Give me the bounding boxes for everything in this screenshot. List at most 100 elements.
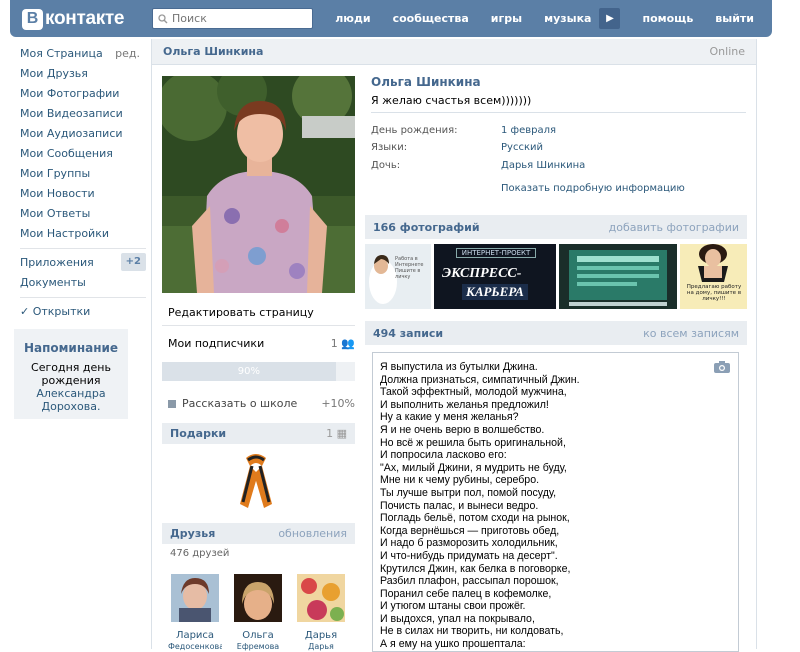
reminder-text: Сегодня день рождения Александра Дорохов… (14, 361, 128, 413)
post-line: Я и не очень верю в волшебство. (380, 423, 545, 436)
sidebar-item-my-page[interactable]: Моя Страница ред. (20, 46, 146, 66)
info-value-link[interactable]: Русский (501, 142, 543, 153)
nav-communities[interactable]: сообщества (393, 12, 469, 25)
gift-ribbon[interactable] (232, 452, 280, 513)
friends-title: Друзья (170, 527, 216, 540)
topbar-name: Ольга Шинкина (163, 45, 264, 58)
all-posts-link[interactable]: ко всем записям (643, 327, 739, 340)
friends-header[interactable]: Друзья обновления (162, 523, 355, 544)
friends-count: 476 друзей (170, 548, 230, 559)
online-status: Online (709, 45, 745, 58)
info-value-link[interactable]: 1 февраля (501, 125, 556, 136)
logo-badge: В (22, 8, 43, 30)
thumb-caption: ЭКСПРЕСС- (442, 266, 522, 281)
info-value-link[interactable]: Дарья Шинкина (501, 160, 585, 171)
photos-header[interactable]: 166 фотографий добавить фотографии (365, 215, 747, 239)
gift-icon: ▦ (336, 427, 347, 440)
sidebar-item-settings[interactable]: Мои Настройки (20, 226, 146, 246)
top-nav: люди сообщества игры музыка ▶ помощь вый… (313, 0, 754, 37)
photo-thumb[interactable]: ИНТЕРНЕТ-ПРОЕКТ ЭКСПРЕСС- КАРЬЕРА (434, 244, 556, 309)
profile-avatar[interactable] (162, 76, 355, 293)
camera-icon[interactable] (714, 361, 730, 377)
sidebar-item-news[interactable]: Мои Новости (20, 186, 146, 206)
tell-about-school-link[interactable]: Рассказать о школе +10% (168, 397, 355, 410)
top-header: В контакте люди сообщества игры музыка ▶… (10, 0, 772, 37)
friend-last-name: Ефремова (236, 642, 280, 651)
friend-first-name: Дарья (304, 630, 338, 641)
school-label: Рассказать о школе (182, 397, 298, 410)
nav-people[interactable]: люди (335, 12, 370, 25)
sidebar-item-apps[interactable]: Приложения +2 (20, 253, 146, 275)
edit-link[interactable]: ред. (115, 46, 140, 62)
add-photos-link[interactable]: добавить фотографии (609, 221, 739, 234)
gifts-count-value: 1 (326, 427, 334, 440)
gifts-header[interactable]: Подарки 1 ▦ (162, 423, 355, 444)
friend-card[interactable]: Лариса Федосенкова (168, 574, 222, 651)
friend-avatar (297, 574, 345, 622)
sidebar-item-audio[interactable]: Мои Аудиозаписи (20, 126, 146, 146)
person-icon: 👥 (341, 337, 355, 350)
play-icon[interactable]: ▶ (599, 8, 621, 29)
followers-count-value: 1 (330, 337, 338, 350)
post-line: И выдохся, упал на покрывало, (380, 612, 535, 625)
friend-card[interactable]: Ольга Ефремова (231, 574, 285, 651)
friend-first-name: Лариса (175, 630, 215, 641)
thumb-caption: ИНТЕРНЕТ-ПРОЕКТ (456, 248, 536, 258)
post-line: "Ах, милый Джини, я мудрить не буду, (380, 461, 567, 474)
followers-label: Мои подписчики (168, 337, 265, 350)
nav-games[interactable]: игры (491, 12, 522, 25)
post-line: Ты лучше вытри пол, помой посуду, (380, 486, 557, 499)
post-line: Почисть палас, и вынеси ведро. (380, 499, 539, 512)
logo-text: контакте (45, 8, 125, 29)
sidebar-item-groups[interactable]: Мои Группы (20, 166, 146, 186)
photo-thumb[interactable]: Предлагаю работу на дому, пишите в личку… (680, 244, 747, 309)
post-line: Я выпустила из бутылки Джина. (380, 361, 538, 373)
school-icon (168, 400, 176, 408)
divider (371, 112, 746, 113)
thumb-caption: КАРЬЕРА (462, 284, 528, 300)
sidebar-item-postcards[interactable]: ✓ Открытки (20, 304, 146, 324)
thumb-caption: Предлагаю работу на дому, пишите в личку… (686, 284, 742, 302)
divider (162, 325, 355, 326)
wall-post-input[interactable]: Я выпустила из бутылки Джина. Должна приз… (372, 352, 739, 652)
post-line: И что-нибудь придумать на десерт". (380, 549, 558, 562)
sidebar-item-messages[interactable]: Мои Сообщения (20, 146, 146, 166)
reminder-person-link[interactable]: Александра Дорохова. (36, 387, 105, 413)
sidebar-item-answers[interactable]: Мои Ответы (20, 206, 146, 226)
show-more-info-link[interactable]: Показать подробную информацию (501, 183, 685, 194)
search-input[interactable] (172, 12, 302, 25)
info-key: Дочь: (371, 160, 401, 171)
sidebar-item-friends[interactable]: Мои Друзья (20, 66, 146, 86)
post-line: И надо б разморозить холодильник, (380, 537, 558, 550)
profile-topbar: Ольга Шинкина Online (152, 39, 756, 65)
post-line: Должна признаться, симпатичный Джин. (380, 373, 580, 386)
sidebar-item-label: Моя Страница (20, 47, 103, 60)
vk-logo[interactable]: В контакте (22, 8, 125, 30)
wall-title: 494 записи (373, 326, 444, 340)
sidebar-divider (20, 248, 146, 249)
nav-music[interactable]: музыка (544, 12, 591, 25)
friend-avatar (234, 574, 282, 622)
sidebar-item-videos[interactable]: Мои Видеозаписи (20, 106, 146, 126)
post-line: Мне ни к чему рубины, серебро. (380, 474, 540, 487)
friend-card[interactable]: Дарья Дарья (294, 574, 348, 651)
edit-page-link[interactable]: Редактировать страницу (168, 306, 314, 319)
followers-count: 1 👥 (331, 337, 355, 350)
sidebar-divider (20, 297, 146, 298)
photo-thumb[interactable] (559, 244, 677, 309)
profile-name: Ольга Шинкина (371, 75, 481, 89)
my-followers-link[interactable]: Мои подписчики 1 👥 (168, 337, 355, 350)
post-line: И попросила ласково его: (380, 449, 507, 462)
nav-logout[interactable]: выйти (715, 12, 754, 25)
nav-help[interactable]: помощь (642, 12, 693, 25)
friends-updates-link[interactable]: обновления (278, 527, 347, 540)
profile-main: Ольга Шинкина Online Редактировать стран… (151, 39, 757, 652)
wall-header[interactable]: 494 записи ко всем записям (365, 321, 747, 345)
search-box[interactable] (152, 8, 313, 29)
sidebar-item-documents[interactable]: Документы (20, 275, 146, 295)
friend-first-name: Ольга (242, 630, 274, 641)
post-line: Поранил себе палец в кофемолке, (380, 587, 552, 600)
photo-thumb[interactable]: Работа в Интернете Пишите в личку (365, 244, 431, 309)
sidebar-item-photos[interactable]: Мои Фотографии (20, 86, 146, 106)
profile-status[interactable]: Я желаю счастья всем))))))) (371, 94, 531, 107)
